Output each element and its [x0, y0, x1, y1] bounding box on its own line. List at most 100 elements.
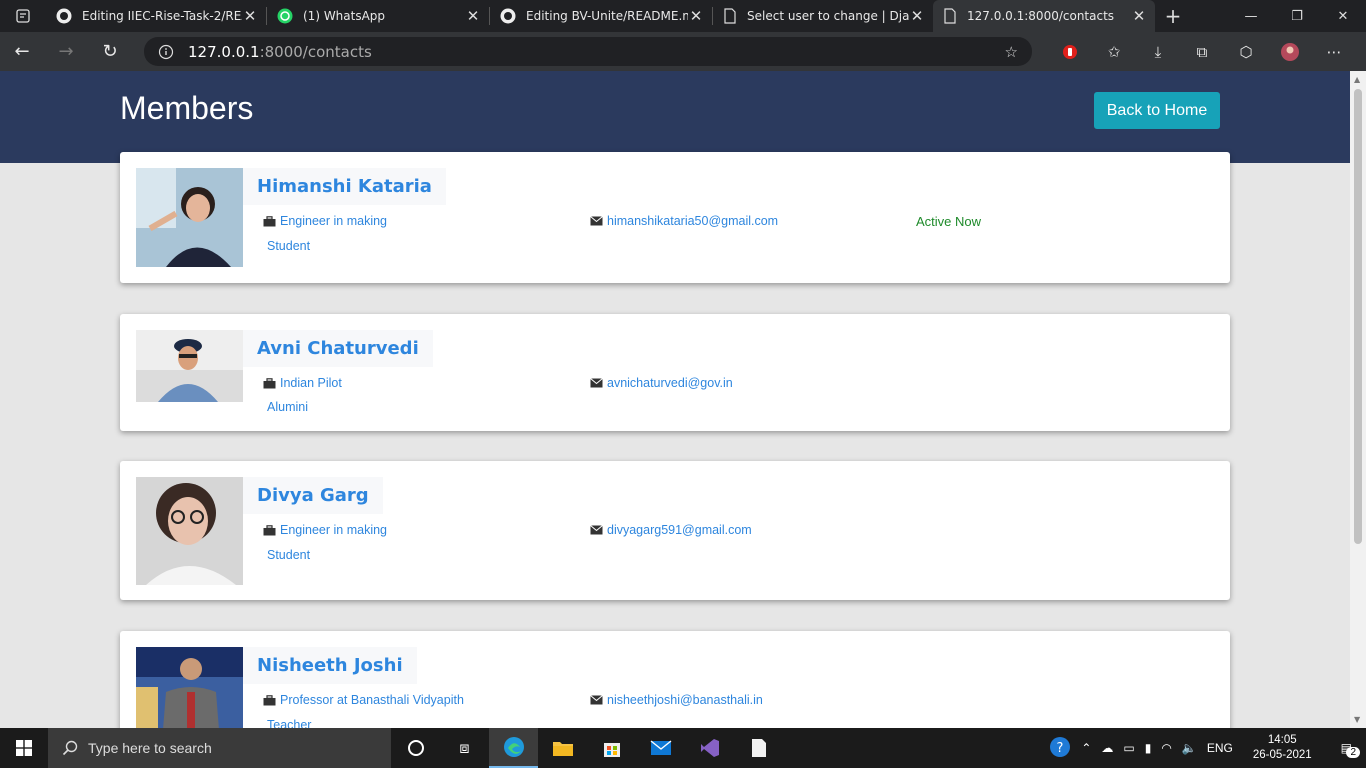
back-to-home-button[interactable]: Back to Home: [1094, 92, 1220, 129]
member-role: Professor at Banasthali Vidyapith: [263, 693, 464, 707]
member-role-text[interactable]: Professor at Banasthali Vidyapith: [280, 693, 464, 707]
start-button[interactable]: [0, 728, 48, 768]
windows-logo-icon: [16, 740, 32, 756]
cortana-button[interactable]: [391, 728, 440, 768]
member-photo: [136, 647, 243, 728]
more-menu-icon[interactable]: ⋯: [1312, 32, 1356, 71]
tab-actions-button[interactable]: [0, 0, 46, 32]
add-favorite-icon[interactable]: ☆: [1005, 43, 1018, 61]
taskbar-file-explorer[interactable]: [538, 728, 587, 768]
clock-date: 26-05-2021: [1252, 749, 1312, 761]
windows-taskbar: Type here to search ⧈ ? ⌃ ☁ ▭ ▮ ◠ 🔈 ENG …: [0, 728, 1366, 768]
member-email-text[interactable]: avnichaturvedi@gov.in: [607, 376, 733, 390]
new-tab-button[interactable]: +: [1155, 4, 1191, 28]
visual-studio-icon: [700, 739, 719, 757]
member-email: avnichaturvedi@gov.in: [590, 376, 733, 390]
page-scrollbar[interactable]: ▲ ▼: [1350, 71, 1366, 728]
close-icon[interactable]: ✕: [688, 7, 704, 25]
extension-stop-icon[interactable]: [1048, 32, 1092, 71]
briefcase-icon: [263, 377, 276, 388]
refresh-icon: ↻: [102, 41, 118, 62]
scrollbar-thumb[interactable]: [1354, 89, 1362, 544]
close-icon[interactable]: ✕: [1131, 7, 1147, 25]
arrow-right-icon: →: [58, 41, 74, 62]
taskbar-store[interactable]: [587, 728, 636, 768]
close-icon[interactable]: ✕: [909, 7, 925, 25]
search-placeholder: Type here to search: [88, 740, 212, 756]
volume-icon[interactable]: 🔈: [1177, 741, 1202, 755]
member-email: himanshikataria50@gmail.com: [590, 214, 778, 228]
member-name-box: Avni Chaturvedi: [243, 330, 433, 367]
member-category[interactable]: Student: [267, 239, 310, 253]
member-name-box: Divya Garg: [243, 477, 383, 514]
github-icon: [56, 8, 72, 24]
member-name[interactable]: Avni Chaturvedi: [257, 338, 419, 359]
folder-icon: [552, 742, 573, 756]
arrow-left-icon: ←: [14, 41, 30, 62]
briefcase-icon: [263, 694, 276, 705]
url-host: 127.0.0.1: [188, 42, 260, 61]
member-photo: [136, 168, 243, 267]
notification-count: 2: [1346, 747, 1360, 758]
member-email-text[interactable]: nisheethjoshi@banasthali.in: [607, 693, 763, 707]
member-role-text[interactable]: Indian Pilot: [280, 376, 342, 390]
forward-button[interactable]: →: [44, 32, 88, 71]
member-role-text[interactable]: Engineer in making: [280, 214, 387, 228]
tab-contacts[interactable]: 127.0.0.1:8000/contacts ✕: [933, 0, 1155, 32]
close-icon[interactable]: ✕: [465, 7, 481, 25]
tab-whatsapp[interactable]: (1) WhatsApp ✕: [267, 0, 489, 32]
help-icon[interactable]: ?: [1044, 736, 1076, 761]
favorites-icon[interactable]: ✩: [1092, 32, 1136, 71]
tab-actions-icon: [16, 9, 30, 23]
minimize-icon[interactable]: —: [1228, 0, 1274, 32]
collections-icon[interactable]: ⧉: [1180, 32, 1224, 71]
language-indicator[interactable]: ENG: [1202, 741, 1238, 755]
refresh-button[interactable]: ↻: [88, 32, 132, 71]
taskbar-edge[interactable]: [489, 728, 538, 768]
member-category[interactable]: Teacher: [267, 718, 311, 728]
meet-now-icon[interactable]: ▭: [1118, 741, 1139, 755]
tab-title: Editing BV-Unite/README.m: [526, 9, 688, 23]
member-category[interactable]: Student: [267, 548, 310, 562]
member-email-text[interactable]: divyagarg591@gmail.com: [607, 523, 752, 537]
task-view-button[interactable]: ⧈: [440, 728, 489, 768]
extensions-icon[interactable]: ⬡: [1224, 32, 1268, 71]
member-name[interactable]: Himanshi Kataria: [257, 176, 432, 197]
scroll-up-icon[interactable]: ▲: [1354, 75, 1360, 84]
scroll-down-icon[interactable]: ▼: [1354, 715, 1360, 724]
close-icon[interactable]: ✕: [242, 7, 258, 25]
address-bar[interactable]: 127.0.0.1:8000/contacts ☆: [144, 37, 1032, 66]
clock[interactable]: 14:05 26-05-2021: [1238, 733, 1327, 763]
clock-time: 14:05: [1267, 734, 1297, 746]
tab-title: 127.0.0.1:8000/contacts: [967, 9, 1115, 23]
taskbar-search[interactable]: Type here to search: [48, 728, 391, 768]
info-icon[interactable]: [158, 44, 174, 60]
briefcase-icon: [263, 524, 276, 535]
chevron-up-icon[interactable]: ⌃: [1076, 741, 1096, 755]
notification-center-icon[interactable]: ▤2: [1327, 741, 1366, 758]
member-email-text[interactable]: himanshikataria50@gmail.com: [607, 214, 778, 228]
onedrive-icon[interactable]: ☁: [1096, 741, 1118, 755]
envelope-icon: [590, 525, 603, 535]
member-category[interactable]: Alumini: [267, 400, 308, 414]
wifi-icon[interactable]: ◠: [1156, 741, 1176, 755]
member-name-box: Nisheeth Joshi: [243, 647, 417, 684]
profile-avatar[interactable]: [1268, 32, 1312, 71]
taskbar-visual-studio[interactable]: [685, 728, 734, 768]
member-role-text[interactable]: Engineer in making: [280, 523, 387, 537]
download-icon[interactable]: ⤓: [1136, 32, 1180, 71]
browser-tab-bar: Editing IIEC-Rise-Task-2/READ ✕ (1) What…: [0, 0, 1366, 32]
tab-editing-iiec[interactable]: Editing IIEC-Rise-Task-2/READ ✕: [46, 0, 266, 32]
back-button[interactable]: ←: [0, 32, 44, 71]
svg-text:?: ?: [1057, 741, 1064, 756]
tab-editing-bv-unite[interactable]: Editing BV-Unite/README.m ✕: [490, 0, 712, 32]
battery-icon[interactable]: ▮: [1140, 741, 1157, 755]
taskbar-notepad[interactable]: [734, 728, 783, 768]
member-name[interactable]: Divya Garg: [257, 485, 369, 506]
restore-icon[interactable]: ❐: [1274, 0, 1320, 32]
window-close-icon[interactable]: ✕: [1320, 0, 1366, 32]
tab-django-admin[interactable]: Select user to change | Djang ✕: [713, 0, 933, 32]
search-icon: [62, 740, 78, 756]
member-name[interactable]: Nisheeth Joshi: [257, 655, 403, 676]
taskbar-mail[interactable]: [636, 728, 685, 768]
